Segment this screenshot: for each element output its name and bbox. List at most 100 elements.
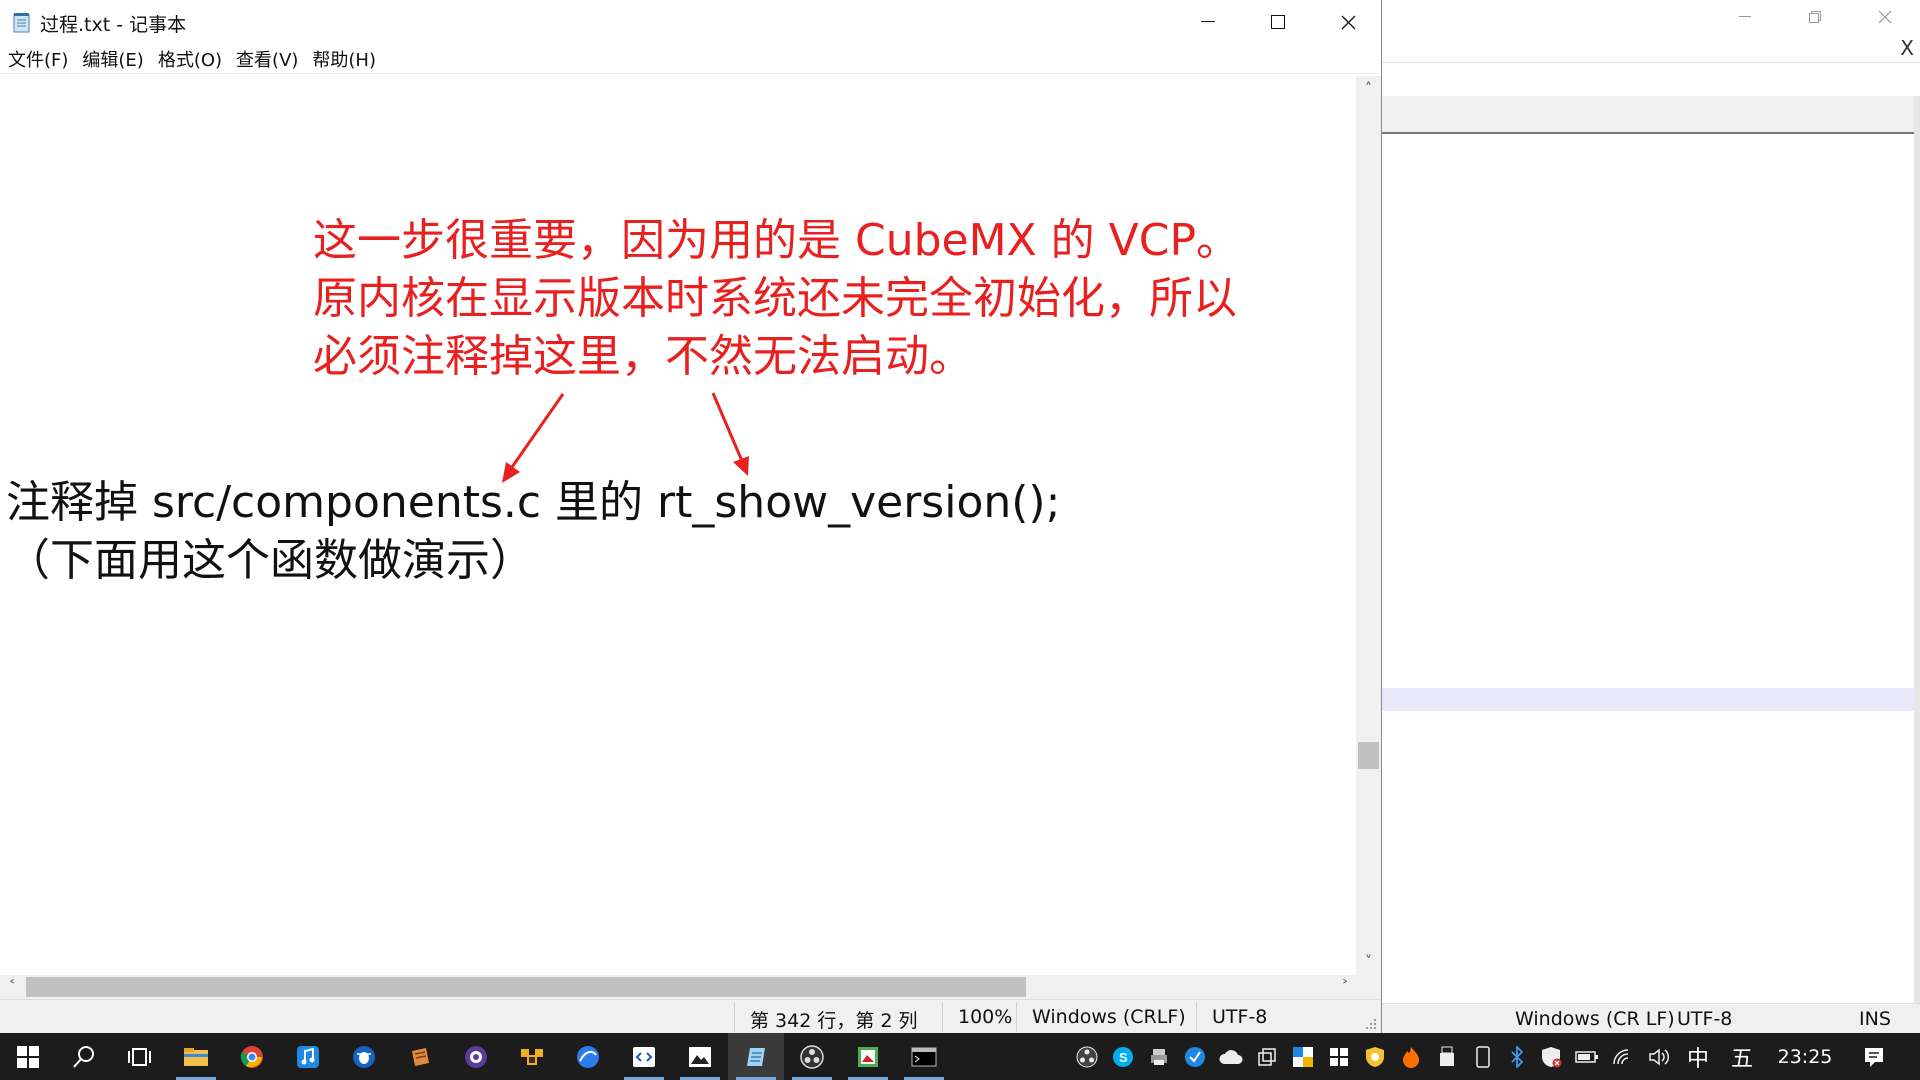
tray-vc[interactable] — [1286, 1033, 1320, 1080]
tray-usb[interactable] — [1430, 1033, 1464, 1080]
tray-verify[interactable] — [1178, 1033, 1212, 1080]
bg-close-button[interactable] — [1850, 0, 1920, 34]
taskbar-app-debugger[interactable] — [336, 1033, 392, 1080]
code-editor-icon — [633, 1046, 655, 1067]
bg-status-line-ending: Windows (CR LF) — [1515, 1008, 1675, 1030]
menu-edit[interactable]: 编辑(E) — [82, 46, 143, 72]
taskbar-app-scroll[interactable] — [392, 1033, 448, 1080]
title-bar[interactable]: 过程.txt - 记事本 — [0, 0, 1381, 44]
scroll-down-icon[interactable]: ˅ — [1356, 951, 1381, 973]
menu-view[interactable]: 查看(V) — [236, 46, 298, 72]
resize-grip-icon[interactable] — [1365, 1018, 1377, 1030]
restore-icon — [1809, 11, 1821, 23]
music-app-icon — [297, 1045, 319, 1068]
taskbar-app-terminal[interactable] — [896, 1033, 952, 1080]
device-icon — [1476, 1045, 1490, 1068]
ime-language[interactable]: 中 — [1680, 1033, 1716, 1080]
folder-icon — [184, 1047, 208, 1066]
bluetooth-icon — [1511, 1045, 1524, 1068]
status-bar: 第 342 行，第 2 列 100% Windows (CRLF) UTF-8 — [0, 999, 1381, 1033]
taskbar-app-video[interactable] — [448, 1033, 504, 1080]
usb-drive-icon — [1440, 1046, 1454, 1066]
photos-icon — [689, 1046, 711, 1067]
scroll-right-icon[interactable]: ˃ — [1333, 975, 1357, 999]
minimize-button[interactable] — [1173, 0, 1243, 44]
status-zoom: 100% — [958, 1006, 1013, 1028]
task-view-button[interactable] — [112, 1033, 168, 1080]
tray-volume[interactable] — [1642, 1033, 1676, 1080]
minimize-icon — [1201, 21, 1215, 22]
horizontal-scrollbar[interactable]: ˂ ˃ — [0, 975, 1357, 999]
scroll-corner — [1356, 975, 1381, 999]
cloud-icon — [1219, 1049, 1243, 1064]
taskbar-app-obs[interactable] — [784, 1033, 840, 1080]
security-shield-icon — [1542, 1046, 1562, 1067]
search-button[interactable] — [56, 1033, 112, 1080]
scroll-left-icon[interactable]: ˂ — [0, 975, 24, 999]
tray-obs[interactable] — [1070, 1033, 1104, 1080]
menu-format[interactable]: 格式(O) — [158, 46, 222, 72]
bg-toolbar — [1381, 96, 1920, 134]
terminal-icon — [911, 1047, 937, 1066]
ime-mode[interactable]: 五 — [1724, 1033, 1760, 1080]
scroll-up-icon[interactable]: ˄ — [1356, 78, 1381, 100]
start-button[interactable] — [0, 1033, 56, 1080]
notification-icon — [1865, 1047, 1883, 1067]
taskbar-app-chrome[interactable] — [224, 1033, 280, 1080]
bg-close-label[interactable]: X — [1900, 36, 1914, 60]
battery-icon — [1575, 1050, 1598, 1063]
vertical-scrollbar[interactable]: ˄ ˅ — [1356, 76, 1381, 975]
tray-bluetooth[interactable] — [1502, 1033, 1532, 1080]
maximize-icon — [1271, 15, 1285, 29]
taskbar-app-photos[interactable] — [672, 1033, 728, 1080]
tray-device[interactable] — [1466, 1033, 1500, 1080]
taskbar-app-notepad[interactable] — [728, 1033, 784, 1080]
annotation-arrows — [502, 392, 749, 483]
tray-shield-app[interactable] — [1358, 1033, 1392, 1080]
taskbar-app-explorer[interactable] — [168, 1033, 224, 1080]
tray-cloud[interactable] — [1214, 1033, 1248, 1080]
menu-file[interactable]: 文件(F) — [8, 46, 68, 72]
tray-skype[interactable]: S — [1106, 1033, 1140, 1080]
check-badge-icon — [1185, 1046, 1205, 1067]
status-separator — [942, 1002, 943, 1032]
close-button[interactable] — [1313, 0, 1383, 44]
clock[interactable]: 23:25 — [1770, 1033, 1840, 1080]
tray-grid-app[interactable] — [1322, 1033, 1356, 1080]
tray-security[interactable] — [1534, 1033, 1568, 1080]
taskbar-app-network[interactable] — [504, 1033, 560, 1080]
text-editor[interactable]: 这一步很重要，因为用的是 CubeMX 的 VCP。 原内核在显示版本时系统还未… — [0, 76, 1357, 975]
taskbar-app-code-editor[interactable] — [616, 1033, 672, 1080]
menu-help[interactable]: 帮助(H) — [312, 46, 376, 72]
printer-icon — [1151, 1048, 1167, 1065]
notepad-icon — [13, 13, 30, 33]
vertical-scroll-thumb[interactable] — [1358, 742, 1379, 769]
bg-minimize-button[interactable] — [1710, 0, 1780, 34]
taskbar-app-music[interactable] — [280, 1033, 336, 1080]
tray-windows[interactable] — [1250, 1033, 1284, 1080]
background-window: X Windows (CR LF) UTF-8 INS — [1380, 0, 1920, 1033]
close-icon — [1878, 10, 1892, 24]
bg-highlighted-line — [1381, 688, 1914, 711]
bg-status-bar: Windows (CR LF) UTF-8 INS — [1381, 1003, 1920, 1033]
status-separator — [1196, 1002, 1197, 1032]
tray-wifi[interactable] — [1606, 1033, 1640, 1080]
text-line: （下面用这个函数做演示） — [6, 535, 534, 586]
bg-restore-button[interactable] — [1780, 0, 1850, 34]
arrow-right-icon — [711, 392, 749, 476]
vc-icon — [1293, 1046, 1313, 1067]
tray-battery[interactable] — [1570, 1033, 1604, 1080]
obs-tray-icon — [1076, 1046, 1098, 1067]
action-center-button[interactable] — [1852, 1033, 1896, 1080]
minimize-icon — [1739, 16, 1751, 17]
tray-printer[interactable] — [1142, 1033, 1176, 1080]
window-title: 过程.txt - 记事本 — [40, 14, 187, 36]
tray-fire-app[interactable] — [1394, 1033, 1428, 1080]
maximize-button[interactable] — [1243, 0, 1313, 44]
taskbar-app-image-editor[interactable] — [840, 1033, 896, 1080]
horizontal-scroll-thumb[interactable] — [26, 977, 1026, 997]
search-icon — [73, 1045, 94, 1068]
bg-scrollbar[interactable] — [1914, 96, 1920, 1010]
chrome-icon — [240, 1045, 263, 1068]
taskbar-app-browser[interactable] — [560, 1033, 616, 1080]
